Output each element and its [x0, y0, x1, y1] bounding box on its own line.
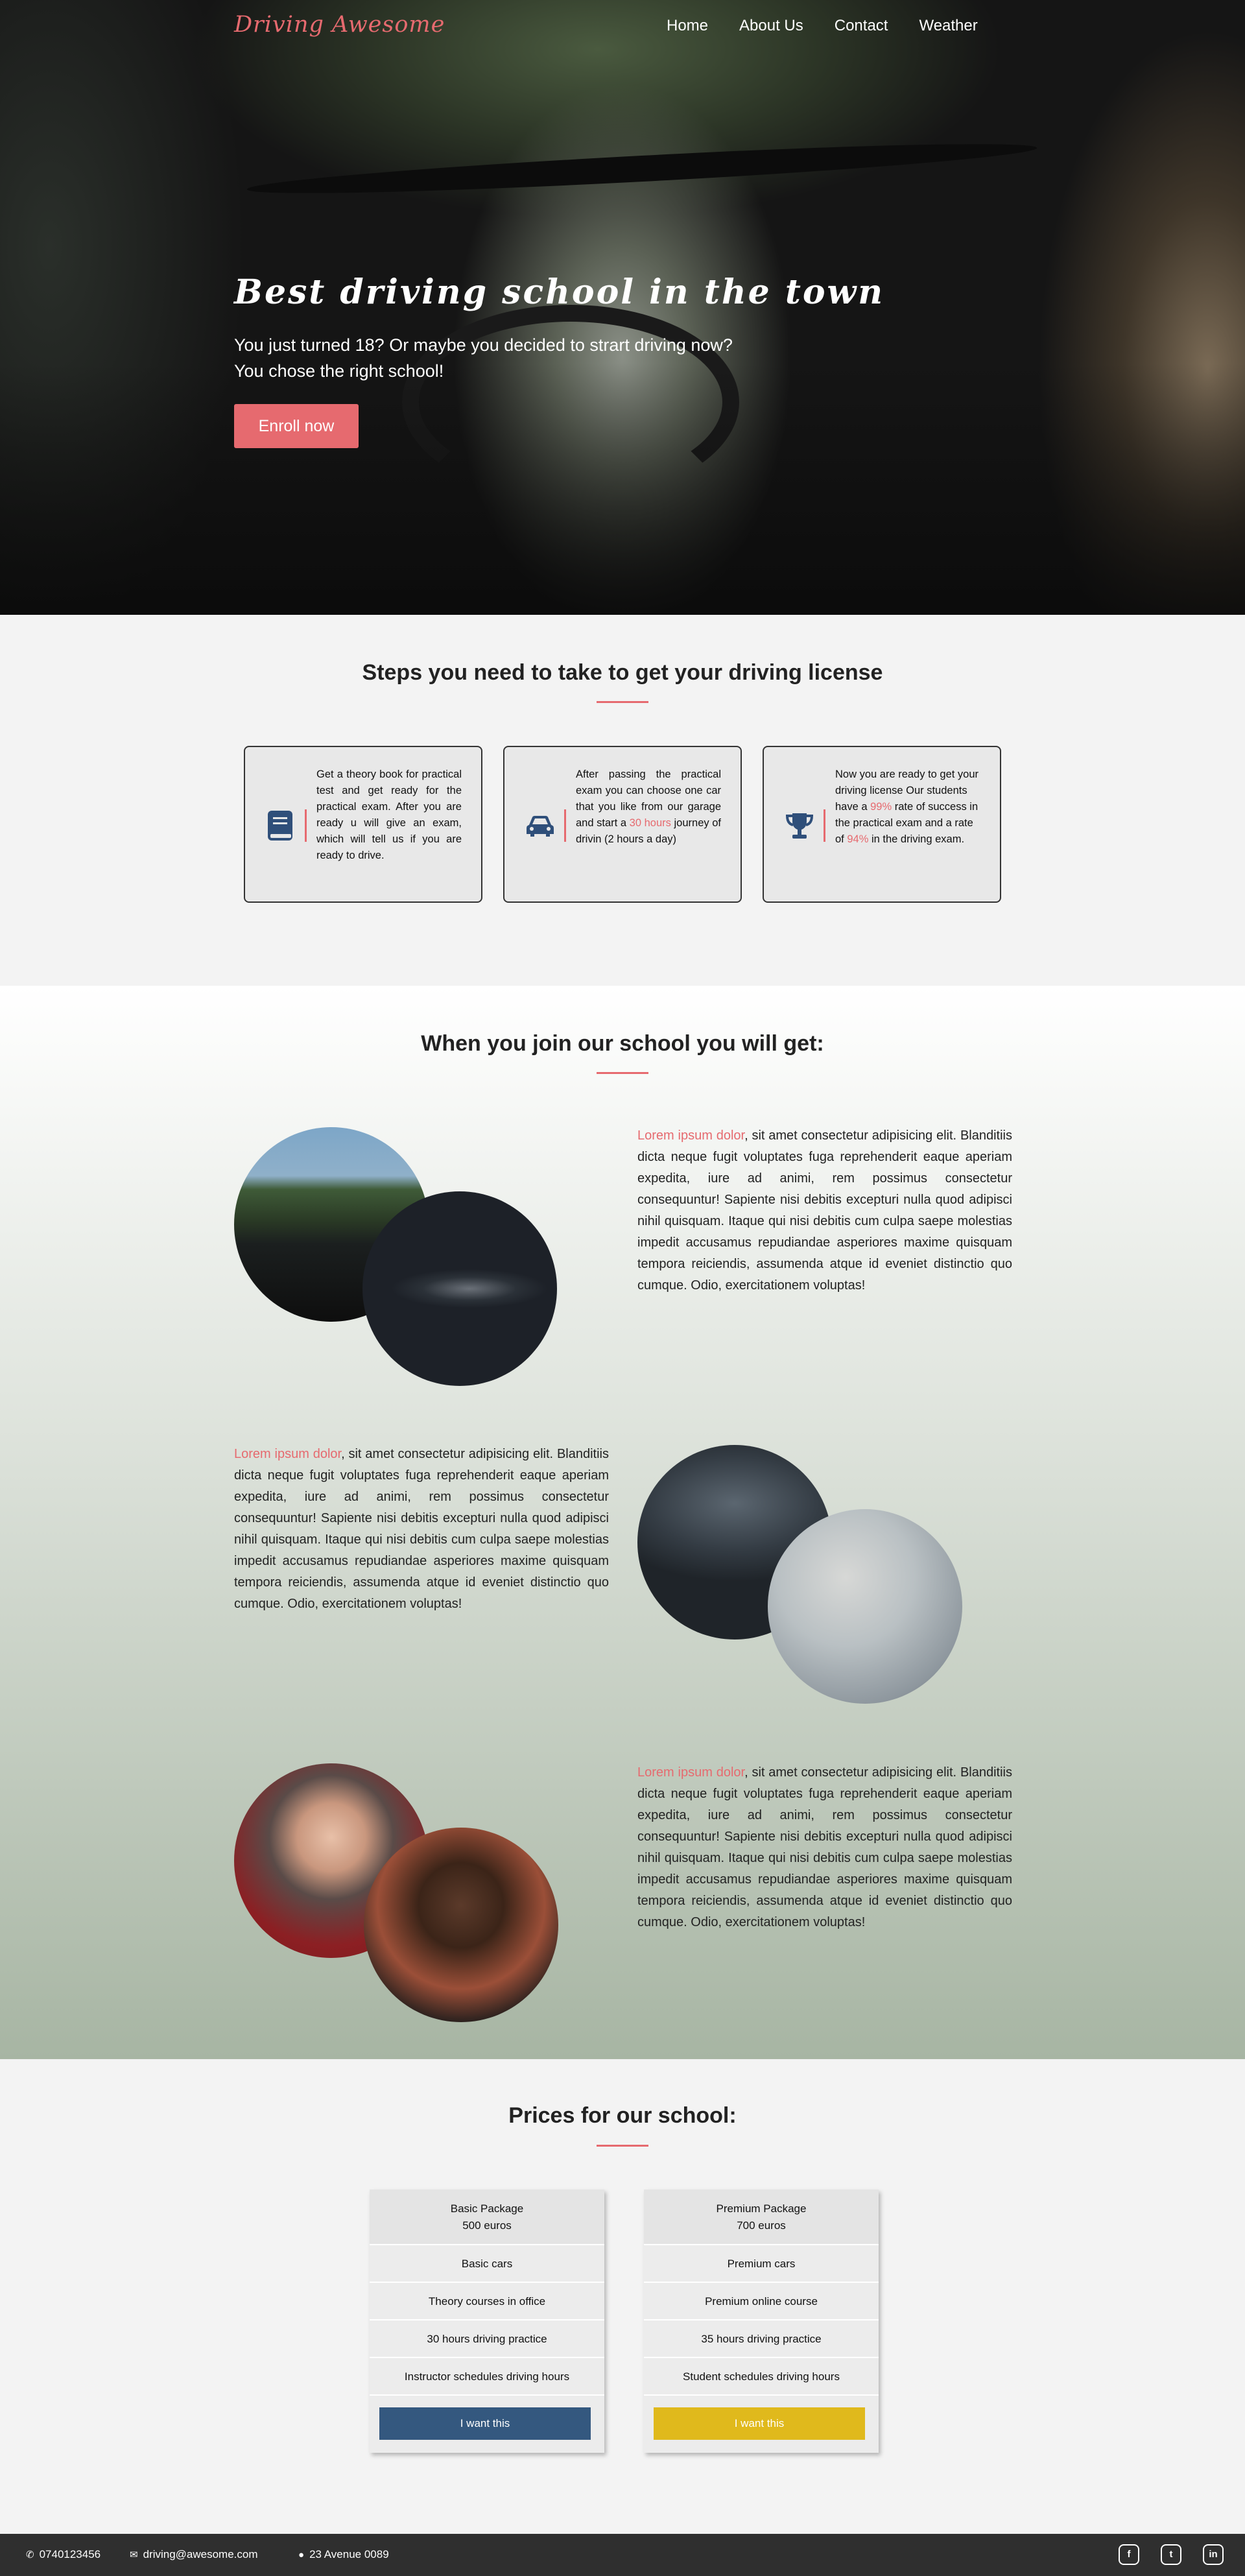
brand-logo[interactable]: Driving Awesome — [234, 12, 445, 38]
basic-package-button[interactable]: I want this — [379, 2407, 591, 2440]
benefits-section: When you join our school you will get: L… — [0, 986, 1245, 2059]
steps-title-underline — [597, 701, 648, 703]
package-price: 700 euros — [737, 2219, 786, 2232]
price-card-header: Basic Package 500 euros — [370, 2189, 604, 2245]
nav-menu: Home About Us Contact Weather — [667, 17, 1009, 35]
package-name: Basic Package — [450, 2202, 524, 2215]
package-feature: Instructor schedules driving hours — [370, 2358, 604, 2396]
price-card-footer: I want this — [370, 2396, 604, 2453]
nav-item-home[interactable]: Home — [667, 17, 708, 35]
step-card-text: Now you are ready to get your driving li… — [835, 769, 979, 845]
package-feature: Basic cars — [370, 2245, 604, 2283]
footer-address: ● 23 Avenue 0089 — [298, 2548, 389, 2561]
benefits-title: When you join our school you will get: — [421, 1031, 824, 1056]
steps-title: Steps you need to take to get your drivi… — [362, 660, 883, 685]
prices-title: Prices for our school: — [508, 2103, 737, 2128]
street-address: 23 Avenue 0089 — [309, 2548, 389, 2560]
email-address[interactable]: driving@awesome.com — [143, 2548, 258, 2561]
nav-item-weather[interactable]: Weather — [919, 17, 977, 35]
twitter-icon[interactable]: t — [1161, 2544, 1181, 2565]
price-card-premium: Premium Package 700 euros Premium cars P… — [644, 2189, 879, 2453]
step-card-practice: After passing the practical exam you can… — [503, 746, 742, 903]
footer: ✆ 0740123456 ✉ driving@awesome.com ● 23 … — [0, 2534, 1245, 2576]
card-accent-bar — [305, 809, 307, 842]
package-feature: Theory courses in office — [370, 2283, 604, 2320]
hero-subtitle: You just turned 18? Or maybe you decided… — [234, 332, 818, 384]
step-card-license: Now you are ready to get your driving li… — [763, 746, 1001, 903]
package-feature: Premium online course — [644, 2283, 879, 2320]
price-card-header: Premium Package 700 euros — [644, 2189, 879, 2245]
map-pin-icon: ● — [298, 2549, 305, 2560]
steps-section: Steps you need to take to get your drivi… — [0, 615, 1245, 986]
footer-phone: ✆ 0740123456 — [26, 2548, 101, 2561]
package-feature: Premium cars — [644, 2245, 879, 2283]
hero-title: Best driving school in the town — [234, 272, 885, 312]
card-accent-bar — [824, 809, 825, 842]
prices-section: Prices for our school: Basic Package 500… — [0, 2059, 1245, 2534]
hero-subtitle-line-2: You chose the right school! — [234, 361, 444, 381]
price-card-basic: Basic Package 500 euros Basic cars Theor… — [370, 2189, 604, 2453]
book-icon — [265, 809, 297, 842]
envelope-icon: ✉ — [130, 2549, 138, 2560]
phone-number: 0740123456 — [39, 2548, 101, 2560]
benefit-paragraph-1: Lorem ipsum dolor, sit amet consectetur … — [637, 1128, 1012, 1293]
price-card-footer: I want this — [644, 2396, 879, 2453]
enroll-button[interactable]: Enroll now — [234, 404, 359, 448]
hero-subtitle-line-1: You just turned 18? Or maybe you decided… — [234, 335, 733, 355]
phone-icon: ✆ — [26, 2549, 34, 2560]
benefit-paragraph-3: Lorem ipsum dolor, sit amet consectetur … — [637, 1765, 1012, 1929]
hero-image-shadow — [0, 363, 1245, 615]
nav-item-about-us[interactable]: About Us — [739, 17, 803, 35]
benefits-title-underline — [597, 1072, 648, 1074]
navbar: Driving Awesome Home About Us Contact We… — [0, 0, 1245, 52]
nav-item-contact[interactable]: Contact — [835, 17, 888, 35]
package-feature: Student schedules driving hours — [644, 2358, 879, 2396]
card-accent-bar — [564, 809, 566, 842]
facebook-icon[interactable]: f — [1119, 2544, 1139, 2565]
prices-title-underline — [597, 2145, 648, 2147]
package-name: Premium Package — [716, 2202, 807, 2215]
step-card-text: Get a theory book for practical test and… — [316, 769, 462, 861]
benefit-image-high-five — [768, 1509, 962, 1704]
footer-email: ✉ driving@awesome.com — [130, 2548, 258, 2561]
package-feature: 30 hours driving practice — [370, 2320, 604, 2358]
step-card-text: After passing the practical exam you can… — [576, 769, 721, 845]
package-price: 500 euros — [462, 2219, 512, 2232]
hero-section: Driving Awesome Home About Us Contact We… — [0, 0, 1245, 615]
benefit-image-man — [364, 1828, 558, 2022]
benefit-paragraph-2: Lorem ipsum dolor, sit amet consectetur … — [234, 1447, 609, 1611]
trophy-icon — [783, 809, 816, 842]
package-feature: 35 hours driving practice — [644, 2320, 879, 2358]
linkedin-icon[interactable]: in — [1203, 2544, 1224, 2565]
benefit-image-headlights — [362, 1191, 557, 1386]
hero-image-dashboard — [246, 135, 1038, 202]
car-icon — [524, 809, 556, 842]
premium-package-button[interactable]: I want this — [654, 2407, 865, 2440]
step-card-theory: Get a theory book for practical test and… — [244, 746, 482, 903]
